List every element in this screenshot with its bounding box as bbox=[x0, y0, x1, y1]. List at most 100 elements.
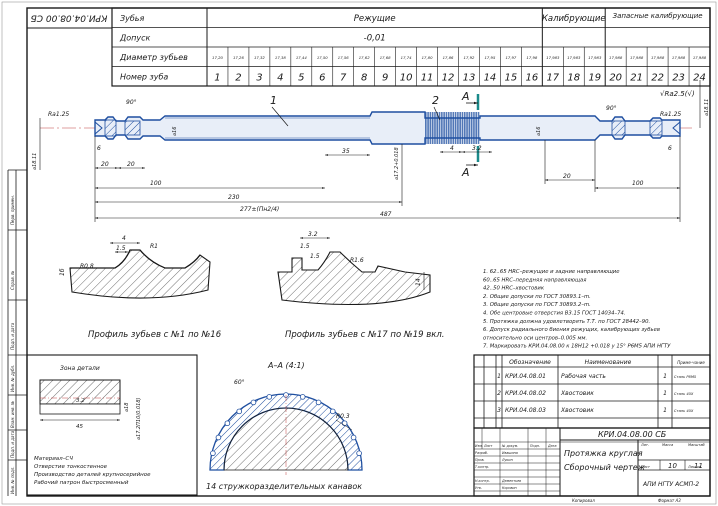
profile-left-dim-h: 1б bbox=[59, 268, 66, 276]
dim-20b: 20 bbox=[127, 161, 135, 168]
tb-role-6: Разраб. bbox=[475, 451, 488, 455]
zone-dim-32: 3.2 bbox=[76, 398, 85, 404]
tooth-group-name-1: Калибрующие bbox=[542, 14, 606, 24]
dim-4: 4 bbox=[450, 145, 454, 152]
tooth-diameter: 17,86 bbox=[443, 55, 454, 60]
parts-header-name: Наименование bbox=[585, 359, 632, 366]
tooth-diameter: 17,74 bbox=[401, 55, 412, 60]
dim-6b: 6 bbox=[668, 145, 672, 152]
chip-groove bbox=[299, 394, 306, 400]
strip-label-2: Справ. № bbox=[10, 271, 15, 290]
tooth-number: 18 bbox=[567, 73, 580, 84]
section-mark-bottom: А bbox=[461, 166, 470, 179]
note-line: 42..50 HRC–хвостовик bbox=[483, 286, 545, 292]
top-number-box: КРИ.04.08.00 СБ bbox=[26, 7, 113, 29]
tooth-number: 5 bbox=[298, 73, 304, 84]
tb-role-10: Утв. bbox=[475, 486, 482, 490]
tb-massa: Масса bbox=[662, 443, 673, 447]
dim-20a: 20 bbox=[101, 161, 109, 168]
tb-format: Формат А3 bbox=[658, 498, 681, 503]
tooth-mark bbox=[477, 112, 480, 144]
parts-row-designation: КРИ.04.08.03 bbox=[505, 407, 546, 414]
tooth-number: 15 bbox=[505, 73, 518, 84]
strip-label-6: Подп. и дата bbox=[10, 430, 15, 458]
dim-230: 230 bbox=[228, 194, 240, 201]
broach-main-view: А А 1 2 20 20 100 230 277±(Пн2/4) 487 35… bbox=[32, 80, 710, 222]
zone-material-1: Материал–СЧ bbox=[34, 456, 73, 462]
tooth-mark bbox=[438, 112, 441, 144]
tooth-mark bbox=[431, 112, 434, 144]
tooth-number: 24 bbox=[693, 73, 706, 84]
note-line: 3. Общие допуски по ГОСТ 30893.2–m. bbox=[483, 302, 591, 308]
tooth-mark bbox=[457, 112, 459, 144]
parts-row-qty: 1 bbox=[663, 407, 667, 414]
tooth-group-tol-0: -0,01 bbox=[364, 34, 386, 44]
parts-row-note: Сталь Р6М5 bbox=[674, 375, 697, 379]
tooth-mark bbox=[425, 112, 427, 144]
tooth-number: 17 bbox=[546, 73, 559, 84]
tooth-number: 3 bbox=[256, 73, 262, 84]
parts-list-table: Обозначение Наименование Приме-чание 1 КРИ.0… bbox=[473, 354, 711, 429]
parts-row-pos: 3 bbox=[497, 407, 501, 414]
note-line: 7. Маркировать КРИ.04.08.00 к 18Н12 +0.0… bbox=[483, 344, 671, 350]
tooth-diameter: 17,26 bbox=[233, 55, 244, 60]
dim-35: 35 bbox=[342, 148, 350, 155]
dia-mid: ⌀17.2+0.018 bbox=[394, 147, 400, 180]
chip-groove bbox=[356, 450, 362, 457]
tb-sheet: 10 bbox=[668, 462, 677, 470]
tb-role-3: № докум. bbox=[501, 444, 518, 448]
tooth-mark bbox=[441, 112, 443, 144]
parts-row-designation: КРИ.04.08.01 bbox=[505, 373, 546, 380]
tooth-mark bbox=[434, 112, 436, 144]
tooth-number: 13 bbox=[463, 73, 476, 84]
tooth-diameter: 17,62 bbox=[359, 55, 370, 60]
zone-dim-18: ⌀18 bbox=[124, 403, 130, 412]
tb-copied: Копировал bbox=[572, 498, 595, 503]
profile-right-title: Профиль зубьев с №17 по №19 вкл. bbox=[285, 330, 445, 340]
chip-groove bbox=[250, 399, 257, 406]
zone-material-2: Отверстие тонкостенное bbox=[34, 464, 108, 470]
tb-sheets: 11 bbox=[694, 462, 703, 470]
tooth-diameter: 17,68 bbox=[380, 55, 391, 60]
tooth-diameter: 17,44 bbox=[296, 55, 307, 60]
parts-row-designation: КРИ.04.08.02 bbox=[505, 390, 546, 397]
tooth-mark bbox=[429, 112, 432, 144]
profile-right-dim-32: 3.2 bbox=[308, 231, 318, 238]
tooth-diameter: 17,98 bbox=[526, 55, 537, 60]
tooth-row-label-1: Допуск bbox=[119, 34, 151, 43]
tooth-number: 1 bbox=[214, 73, 220, 84]
tooth-diameter: 17,56 bbox=[338, 55, 349, 60]
tb-role-2: Лист bbox=[483, 444, 492, 448]
tooth-group-name-0: Режущие bbox=[354, 14, 396, 24]
parts-row-note: Сталь 40Х bbox=[674, 392, 694, 396]
dim-20c: 20 bbox=[563, 173, 571, 180]
vert-left: ⌀18.11 bbox=[32, 153, 38, 170]
tb-role-5: Дата bbox=[547, 444, 557, 448]
tooth-mark bbox=[475, 112, 478, 144]
tooth-diameter: 17,983 bbox=[567, 55, 581, 60]
tb-role-4: Подп. bbox=[530, 444, 540, 448]
tooth-group-name-2: Запасные калибрующие bbox=[613, 12, 703, 20]
zone-material-4: Рабочий патрон быстросменный bbox=[34, 480, 129, 486]
tooth-mark bbox=[454, 112, 457, 144]
tooth-number: 7 bbox=[340, 73, 347, 84]
tb-name-d: Коровин bbox=[502, 486, 518, 490]
tb-masht: Масштаб bbox=[688, 443, 705, 447]
tooth-number: 12 bbox=[442, 73, 455, 84]
profile-right-dim-r16: R1.6 bbox=[350, 257, 364, 264]
tooth-number: 14 bbox=[484, 73, 497, 84]
tooth-diameter: 17,983 bbox=[546, 55, 560, 60]
tb-name-a: Ивашина bbox=[502, 451, 518, 455]
strip-label-7: Инв. № подл. bbox=[10, 466, 15, 494]
chip-groove bbox=[215, 434, 222, 441]
tooth-diameter: 17,988 bbox=[630, 55, 644, 60]
tooth-mark bbox=[461, 112, 464, 144]
ra-left: Ra1.25 bbox=[48, 111, 69, 118]
callout-1: 1 bbox=[270, 94, 277, 107]
section-caption: 14 стружкоразделительных канавок bbox=[206, 482, 362, 491]
tooth-diameter: 17,50 bbox=[317, 55, 328, 60]
tooth-mark bbox=[436, 112, 439, 144]
tb-name-2: Сборочный чертеж bbox=[564, 463, 646, 472]
profile-left-dim-r1: R1 bbox=[150, 243, 158, 250]
parts-row-name: Хвостовик bbox=[560, 407, 594, 414]
